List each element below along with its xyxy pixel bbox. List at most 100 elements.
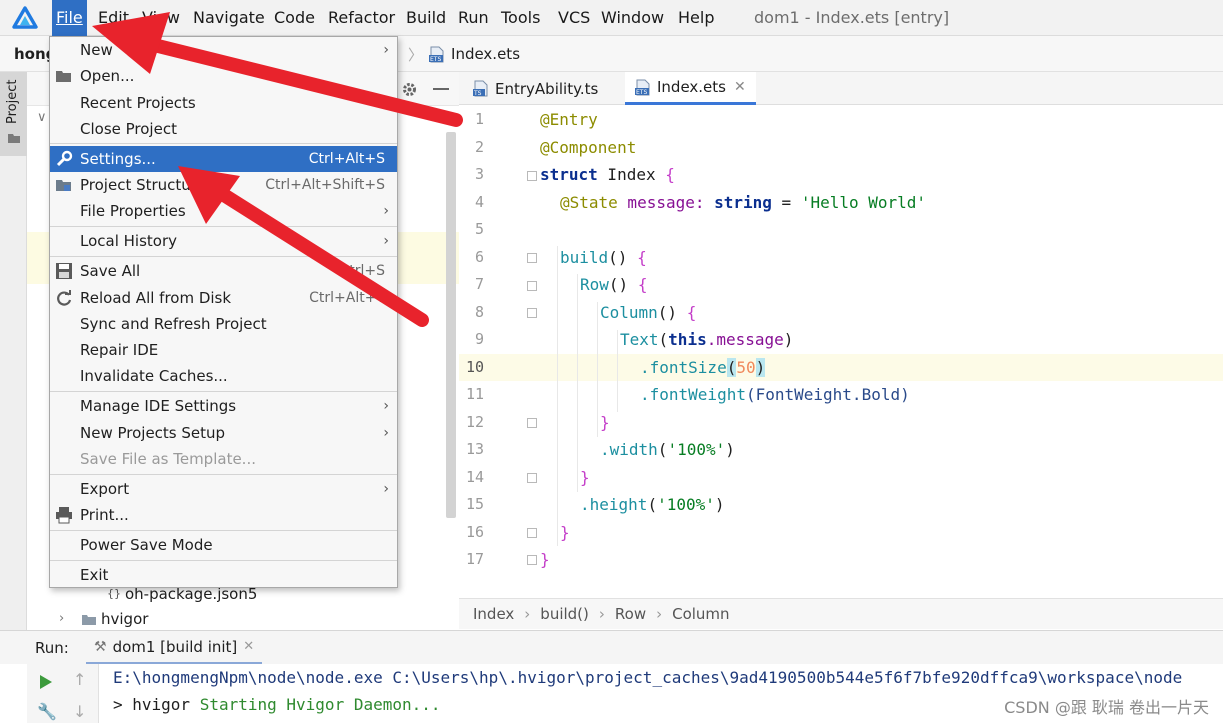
code-argument: (FontWeight.Bold) [745,385,910,404]
close-icon[interactable]: ✕ [734,79,746,95]
breadcrumb-item[interactable]: Index [473,605,514,623]
tab-entryability[interactable]: TS EntryAbility.ts [463,72,608,105]
tab-index-ets[interactable]: ETS Index.ets ✕ [625,72,756,105]
menu-item-new[interactable]: New › [50,37,397,63]
save-icon [56,263,72,279]
menu-run[interactable]: Run [454,0,493,36]
wrench-icon[interactable]: 🔧 [37,702,57,721]
menu-tools[interactable]: Tools [497,0,544,36]
menu-help-label: Help [678,8,715,27]
menu-window[interactable]: Window [597,0,668,36]
editor-breadcrumbs: Index › build() › Row › Column [459,598,1223,629]
menu-item-print[interactable]: Print... [50,502,397,528]
code-string: '100%' [657,495,715,514]
menu-bar: File Edit View Navigate Code Refactor Bu… [0,0,1223,36]
code-line-3: struct Index { [540,165,675,184]
code-paren: () [608,248,638,267]
gear-icon[interactable] [401,81,418,98]
arrow-up-icon[interactable]: ↑ [73,670,86,689]
menu-file[interactable]: File [52,0,87,36]
menu-edit[interactable]: Edit [94,0,133,36]
menu-item-recent-projects[interactable]: Recent Projects [50,90,397,116]
close-icon[interactable]: ✕ [243,639,254,654]
arrow-down-icon[interactable]: ↓ [73,702,86,721]
fold-marker-icon[interactable] [527,253,537,263]
menu-item-close-project[interactable]: Close Project [50,116,397,142]
run-panel-label: Run: [35,639,69,657]
menu-item-label: Open... [80,67,135,85]
menu-item-new-projects-setup[interactable]: New Projects Setup › [50,420,397,446]
fold-marker-icon[interactable] [527,528,537,538]
breadcrumb-item[interactable]: build() [540,605,589,623]
code-brace: { [686,303,697,322]
console-status: Starting Hvigor Daemon... [199,695,441,714]
menu-navigate[interactable]: Navigate [189,0,269,36]
minimize-icon[interactable] [433,88,449,90]
menu-build-label: Build [406,8,447,27]
tree-item-hvigor[interactable]: › hvigor [59,606,148,632]
breadcrumb-item[interactable]: Row [615,605,646,623]
menu-item-project-structure[interactable]: Project Structure... Ctrl+Alt+Shift+S [50,172,397,198]
code-paren: ) [725,440,735,459]
menu-item-save-all[interactable]: Save All Ctrl+S [50,258,397,284]
code-brace: { [637,275,648,294]
menu-item-manage-ide-settings[interactable]: Manage IDE Settings › [50,393,397,419]
nav-file-crumb[interactable]: 〉 ETS Index.ets [408,36,520,72]
project-panel-scrollbar[interactable] [446,132,456,518]
fold-marker-icon[interactable] [527,171,537,181]
menu-item-label: Repair IDE [80,341,159,359]
menu-refactor[interactable]: Refactor [324,0,399,36]
chevron-right-icon: › [598,605,605,623]
menu-build[interactable]: Build [402,0,450,36]
fold-marker-icon[interactable] [527,308,537,318]
menu-item-exit[interactable]: Exit [50,562,397,588]
chevron-right-icon: › [656,605,663,623]
menu-code[interactable]: Code [270,0,319,36]
indent-guide [557,246,558,546]
project-tool-tab-label: Project [5,79,20,124]
code-line-9: Text(this.message) [620,330,793,349]
menu-item-sync-refresh[interactable]: Sync and Refresh Project [50,311,397,337]
menu-help[interactable]: Help [674,0,718,36]
breadcrumb-item[interactable]: Column [672,605,729,623]
menu-item-label: Save File as Template... [80,450,256,468]
code-string: 'Hello World' [800,193,927,212]
chevron-down-icon[interactable]: ∨ [37,110,47,125]
menu-item-invalidate-caches[interactable]: Invalidate Caches... [50,363,397,389]
line-number: 4 [474,193,484,211]
menu-item-local-history[interactable]: Local History › [50,228,397,254]
menu-item-label: Export [80,480,130,498]
menu-item-file-properties[interactable]: File Properties › [50,198,397,224]
code-line-7: Row() { [580,275,647,294]
chevron-right-icon: › [383,481,389,497]
menu-item-export[interactable]: Export › [50,476,397,502]
line-number: 3 [474,165,484,183]
fold-marker-icon[interactable] [527,281,537,291]
code-line-1: @Entry [540,110,598,129]
code-paren: ) [755,358,766,377]
fold-marker-icon[interactable] [527,555,537,565]
code-annotation: @Entry [540,110,598,129]
menu-item-label: Local History [80,232,178,250]
menu-view[interactable]: View [138,0,184,36]
menu-item-label: Sync and Refresh Project [80,315,267,333]
line-number: 11 [465,385,484,403]
menu-vcs[interactable]: VCS [554,0,594,36]
code-number: 50 [736,358,756,377]
menu-refactor-label: Refactor [328,8,396,27]
fold-marker-icon[interactable] [527,473,537,483]
menu-item-settings[interactable]: Settings... Ctrl+Alt+S [50,146,397,172]
fold-marker-icon[interactable] [527,418,537,428]
play-icon[interactable] [39,674,53,690]
menu-item-label: Print... [80,506,129,524]
menu-item-save-as-template: Save File as Template... [50,446,397,472]
menu-item-repair-ide[interactable]: Repair IDE [50,337,397,363]
editor-tab-bar: TS EntryAbility.ts ETS Index.ets ✕ [459,72,1223,105]
menu-item-label: Settings... [80,150,156,168]
menu-item-reload-from-disk[interactable]: Reload All from Disk Ctrl+Alt+Y [50,285,397,311]
menu-item-power-save[interactable]: Power Save Mode [50,532,397,558]
ets-file-icon: ETS [635,79,651,96]
run-config-tab[interactable]: ⚒ dom1 [build init] ✕ [86,631,263,665]
menu-item-open[interactable]: Open... [50,63,397,89]
code-line-8: Column() { [600,303,696,322]
